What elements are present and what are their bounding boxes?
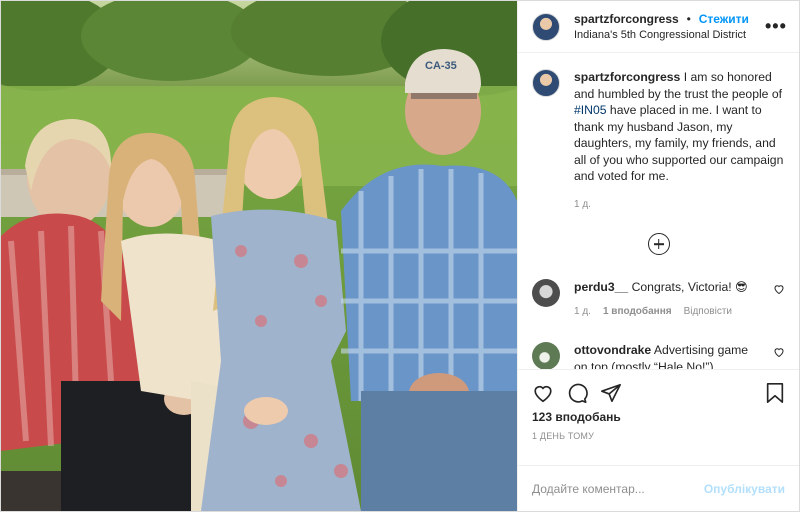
bookmark-icon[interactable] xyxy=(765,382,785,404)
comment-input[interactable] xyxy=(532,481,704,496)
author-avatar[interactable] xyxy=(532,12,560,41)
author-username[interactable]: spartzforcongress xyxy=(574,12,679,26)
post-header: spartzforcongress • Стежити Indiana's 5t… xyxy=(518,1,799,53)
comment-body: perdu3__ Congrats, Victoria! 😎 1 д. 1 вп… xyxy=(574,279,785,320)
plus-circle-icon[interactable] xyxy=(647,233,670,255)
comment-item: perdu3__ Congrats, Victoria! 😎 1 д. 1 вп… xyxy=(532,279,785,320)
caption-age[interactable]: 1 д. xyxy=(574,197,785,214)
commenter-username[interactable]: ottovondrake xyxy=(574,343,651,357)
action-icons xyxy=(532,378,785,408)
cap-logo-text: CA-35 xyxy=(425,60,457,72)
instagram-post: CA-35 spartzforcongress • Стежити Indian… xyxy=(0,0,800,512)
reply-button[interactable]: Відповісти xyxy=(684,304,732,321)
like-count[interactable]: 123 вподобань xyxy=(532,410,785,424)
commenter-username[interactable]: perdu3__ xyxy=(574,280,628,294)
post-date[interactable]: 1 ДЕНЬ ТОМУ xyxy=(532,431,785,441)
comment-bubble-icon[interactable] xyxy=(566,382,588,404)
commenter-avatar[interactable] xyxy=(532,342,560,369)
post-location[interactable]: Indiana's 5th Congressional District xyxy=(574,27,765,43)
comment-heart-icon[interactable] xyxy=(773,346,785,358)
add-comment-bar: Опублікувати xyxy=(518,465,799,511)
share-paper-plane-icon[interactable] xyxy=(600,382,622,404)
comment-text: Congrats, Victoria! 😎 xyxy=(628,280,748,294)
comment-body: ottovondrake Advertising game on top (mo… xyxy=(574,342,785,369)
post-photo[interactable]: CA-35 xyxy=(1,1,517,511)
comment-heart-icon[interactable] xyxy=(773,283,785,295)
comment-age[interactable]: 1 д. xyxy=(574,304,591,321)
separator-dot: • xyxy=(686,12,691,26)
comments-section[interactable]: spartzforcongress I am so honored and hu… xyxy=(518,53,799,369)
comment-meta: 1 д. 1 вподобання Відповісти xyxy=(574,304,763,321)
post-actions: 123 вподобань 1 ДЕНЬ ТОМУ xyxy=(518,369,799,465)
caption-hashtag[interactable]: #IN05 xyxy=(574,103,607,117)
post-caption: spartzforcongress I am so honored and hu… xyxy=(532,69,785,213)
comment-like-count[interactable]: 1 вподобання xyxy=(603,304,672,321)
post-sidebar: spartzforcongress • Стежити Indiana's 5t… xyxy=(517,1,799,511)
follow-button[interactable]: Стежити xyxy=(699,12,749,26)
commenter-avatar[interactable] xyxy=(532,279,560,307)
caption-body: spartzforcongress I am so honored and hu… xyxy=(574,69,785,213)
header-text: spartzforcongress • Стежити Indiana's 5t… xyxy=(574,10,765,43)
load-more-comments[interactable] xyxy=(532,233,785,255)
family-photo: CA-35 xyxy=(1,1,517,511)
publish-button[interactable]: Опублікувати xyxy=(704,482,785,496)
more-options-icon[interactable]: ••• xyxy=(765,16,786,37)
like-heart-icon[interactable] xyxy=(532,382,554,404)
caption-username[interactable]: spartzforcongress xyxy=(574,70,680,84)
caption-avatar[interactable] xyxy=(532,69,560,97)
comment-item: ottovondrake Advertising game on top (mo… xyxy=(532,342,785,369)
